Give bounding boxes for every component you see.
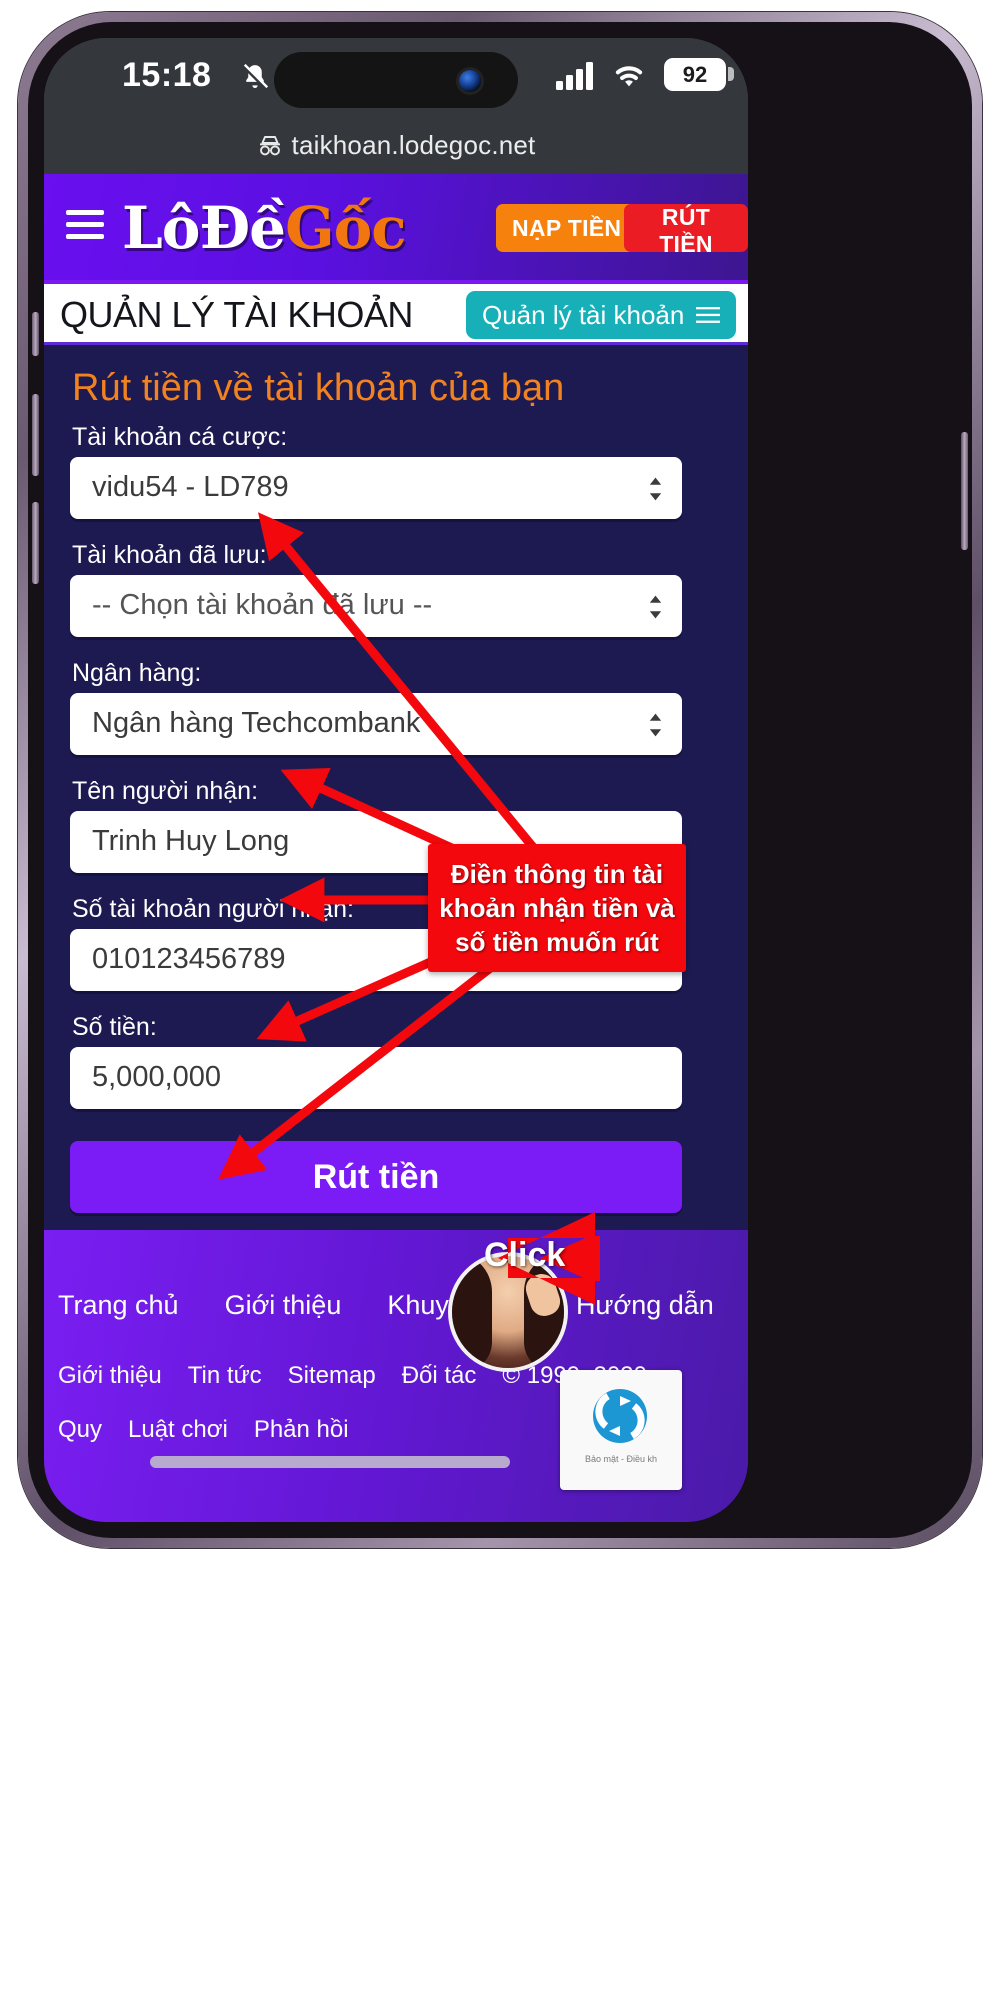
- footer-link-about[interactable]: Giới thiệu: [225, 1290, 342, 1321]
- power-button[interactable]: [961, 432, 968, 550]
- footer-link-sitemap[interactable]: Sitemap: [288, 1362, 376, 1390]
- label-amount: Số tiền:: [72, 1013, 157, 1041]
- footer-link-feedback[interactable]: Phản hồi: [254, 1416, 349, 1444]
- status-bar: 15:18 92: [44, 38, 748, 116]
- footer-divider: [150, 1456, 510, 1468]
- chevron-updown-icon: [649, 477, 662, 501]
- value-recipient-name: Trinh Huy Long: [92, 825, 290, 857]
- withdraw-form: Rút tiền về tài khoản của bạn Tài khoản …: [44, 342, 748, 1233]
- recaptcha-badge[interactable]: Bảo mật - Điều kh: [560, 1370, 682, 1490]
- footer-link-rules[interactable]: Quy: [58, 1416, 102, 1444]
- phone-frame: 15:18 92 taikhoan.lodegoc.net LôĐềGốc NẠ…: [18, 12, 982, 1548]
- select-bank[interactable]: Ngân hàng Techcombank: [70, 693, 682, 755]
- footer-link-gamerules[interactable]: Luật chơi: [128, 1416, 228, 1444]
- label-betting-account: Tài khoản cá cược:: [72, 423, 288, 451]
- label-recipient-account-number: Số tài khoản người nhận:: [72, 895, 354, 923]
- instruction-callout-text: Điền thông tin tài khoản nhận tiền và số…: [439, 859, 675, 957]
- volume-up-button[interactable]: [32, 394, 39, 476]
- cellular-signal-icon: [556, 60, 596, 90]
- label-recipient-name: Tên người nhận:: [72, 777, 259, 805]
- withdraw-button[interactable]: RÚT TIỀN: [624, 204, 748, 257]
- browser-url-bar[interactable]: taikhoan.lodegoc.net: [44, 116, 748, 174]
- form-heading: Rút tiền về tài khoản của bạn: [72, 367, 565, 409]
- value-betting-account: vidu54 - LD789: [92, 471, 289, 503]
- brand-logo-orange: Gốc: [285, 194, 407, 262]
- dynamic-island: [274, 52, 518, 108]
- front-camera-icon: [459, 70, 481, 92]
- footer-link-news[interactable]: Tin tức: [188, 1362, 262, 1390]
- recaptcha-icon: [593, 1389, 647, 1443]
- recaptcha-text: Bảo mật - Điều kh: [584, 1454, 658, 1464]
- value-amount: 5,000,000: [92, 1061, 222, 1093]
- footer-link-about-2[interactable]: Giới thiệu: [58, 1362, 162, 1390]
- deposit-button[interactable]: NẠP TIỀN: [496, 204, 638, 252]
- page-title: QUẢN LÝ TÀI KHOẢN: [60, 294, 413, 335]
- value-bank: Ngân hàng Techcombank: [92, 707, 421, 739]
- value-recipient-account-number: 010123456789: [92, 943, 286, 975]
- silent-switch[interactable]: [32, 312, 39, 356]
- brand-logo-white: LôĐề: [122, 194, 286, 262]
- phone-screen: 15:18 92 taikhoan.lodegoc.net LôĐềGốc NẠ…: [44, 38, 748, 1522]
- battery-icon: 92: [664, 58, 726, 91]
- label-bank: Ngân hàng:: [72, 659, 202, 687]
- battery-percent-label: 92: [682, 61, 708, 87]
- url-text: taikhoan.lodegoc.net: [291, 129, 536, 160]
- value-saved-account: -- Chọn tài khoản đã lưu --: [92, 589, 433, 621]
- account-menu-label: Quản lý tài khoản: [482, 299, 685, 330]
- footer-link-guide[interactable]: Hướng dẫn: [576, 1290, 714, 1321]
- site-footer: Trang chủ Giới thiệu Khuyến mãi Hướng dẫ…: [44, 1230, 748, 1522]
- status-time: 15:18: [122, 56, 212, 94]
- label-saved-account: Tài khoản đã lưu:: [72, 541, 267, 569]
- submit-withdraw-button[interactable]: Rút tiền: [70, 1141, 682, 1213]
- click-annotation-label: Click: [484, 1236, 566, 1274]
- footer-link-home[interactable]: Trang chủ: [58, 1290, 179, 1321]
- select-betting-account[interactable]: vidu54 - LD789: [70, 457, 682, 519]
- volume-down-button[interactable]: [32, 502, 39, 584]
- hamburger-menu-icon: [696, 307, 721, 323]
- account-menu-button[interactable]: Quản lý tài khoản: [466, 291, 737, 339]
- bell-muted-icon: [242, 63, 269, 90]
- select-saved-account[interactable]: -- Chọn tài khoản đã lưu --: [70, 575, 682, 637]
- page-title-bar: QUẢN LÝ TÀI KHOẢN Quản lý tài khoản: [44, 280, 748, 346]
- incognito-hat-icon: [259, 136, 280, 156]
- wifi-icon: [615, 66, 643, 87]
- site-header: LôĐềGốc NẠP TIỀN RÚT TIỀN: [44, 174, 748, 280]
- chevron-updown-icon: [649, 595, 662, 619]
- footer-primary-nav: Trang chủ Giới thiệu Khuyến mãi Hướng dẫ…: [44, 1290, 748, 1321]
- battery-tip: [728, 67, 734, 81]
- brand-logo[interactable]: LôĐềGốc: [122, 194, 407, 262]
- hamburger-menu-icon[interactable]: [66, 210, 104, 242]
- input-amount[interactable]: 5,000,000: [70, 1047, 682, 1109]
- chevron-updown-icon: [649, 713, 662, 737]
- instruction-callout: Điền thông tin tài khoản nhận tiền và số…: [428, 844, 686, 972]
